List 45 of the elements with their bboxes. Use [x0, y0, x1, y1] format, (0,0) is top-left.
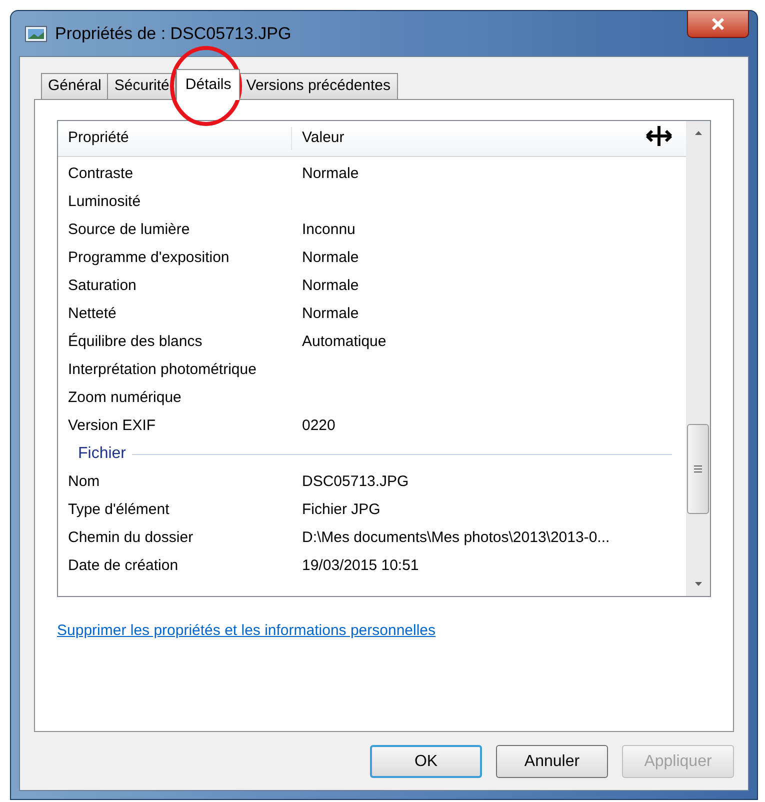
property-value: Normale — [301, 304, 359, 324]
property-name: Programme d'exposition — [67, 248, 230, 268]
property-value: D:\Mes documents\Mes photos\2013\2013-0... — [301, 528, 610, 548]
dialog-button[interactable]: Annuler — [496, 745, 608, 778]
tab[interactable]: Sécurité — [107, 73, 176, 99]
column-label: Propriété — [67, 128, 130, 148]
tab[interactable]: Détails — [176, 69, 240, 100]
property-value: DSC05713.JPG — [301, 472, 409, 492]
property-name: Source de lumière — [67, 220, 191, 240]
property-value: Fichier JPG — [301, 500, 380, 520]
scrollbar[interactable] — [686, 121, 710, 596]
property-value: 19/03/2015 10:51 — [301, 556, 419, 576]
scrollbar-thumb[interactable] — [687, 424, 709, 514]
property-name: Date de création — [67, 556, 180, 576]
tab[interactable]: Versions précédentes — [239, 73, 398, 99]
property-name: Interprétation photométrique — [67, 360, 258, 380]
resize-cursor-icon — [646, 125, 672, 147]
grip-icon — [694, 465, 702, 473]
property-name: Zoom numérique — [67, 388, 182, 408]
property-value: Automatique — [301, 332, 386, 352]
property-value: Normale — [301, 248, 359, 268]
column-label: Valeur — [291, 127, 344, 150]
property-name: Chemin du dossier — [67, 528, 194, 548]
property-name: Netteté — [67, 304, 118, 324]
window-title: Propriétés de : DSC05713.JPG — [55, 22, 292, 45]
property-name: Contraste — [67, 164, 134, 184]
close-icon — [711, 18, 725, 30]
property-value: Normale — [301, 276, 359, 296]
property-value: Normale — [301, 164, 359, 184]
property-value: Inconnu — [301, 220, 356, 240]
scroll-down-icon — [694, 582, 702, 586]
remove-properties-link[interactable]: Supprimer les propriétés et les informations personnelles — [57, 620, 436, 642]
property-value: 0220 — [301, 416, 336, 436]
tab[interactable]: Général — [41, 73, 108, 99]
dialog-button[interactable]: OK — [370, 745, 482, 778]
property-name: Saturation — [67, 276, 138, 296]
group-header: Fichier — [78, 444, 126, 464]
scroll-up-icon — [694, 131, 702, 135]
property-name: Luminosité — [67, 192, 142, 212]
property-name: Nom — [67, 472, 101, 492]
property-name: Version EXIF — [67, 416, 157, 436]
property-name: Type d'élément — [67, 500, 170, 520]
image-file-icon — [25, 26, 47, 42]
close-button[interactable] — [687, 10, 749, 38]
property-name: Équilibre des blancs — [67, 332, 204, 352]
